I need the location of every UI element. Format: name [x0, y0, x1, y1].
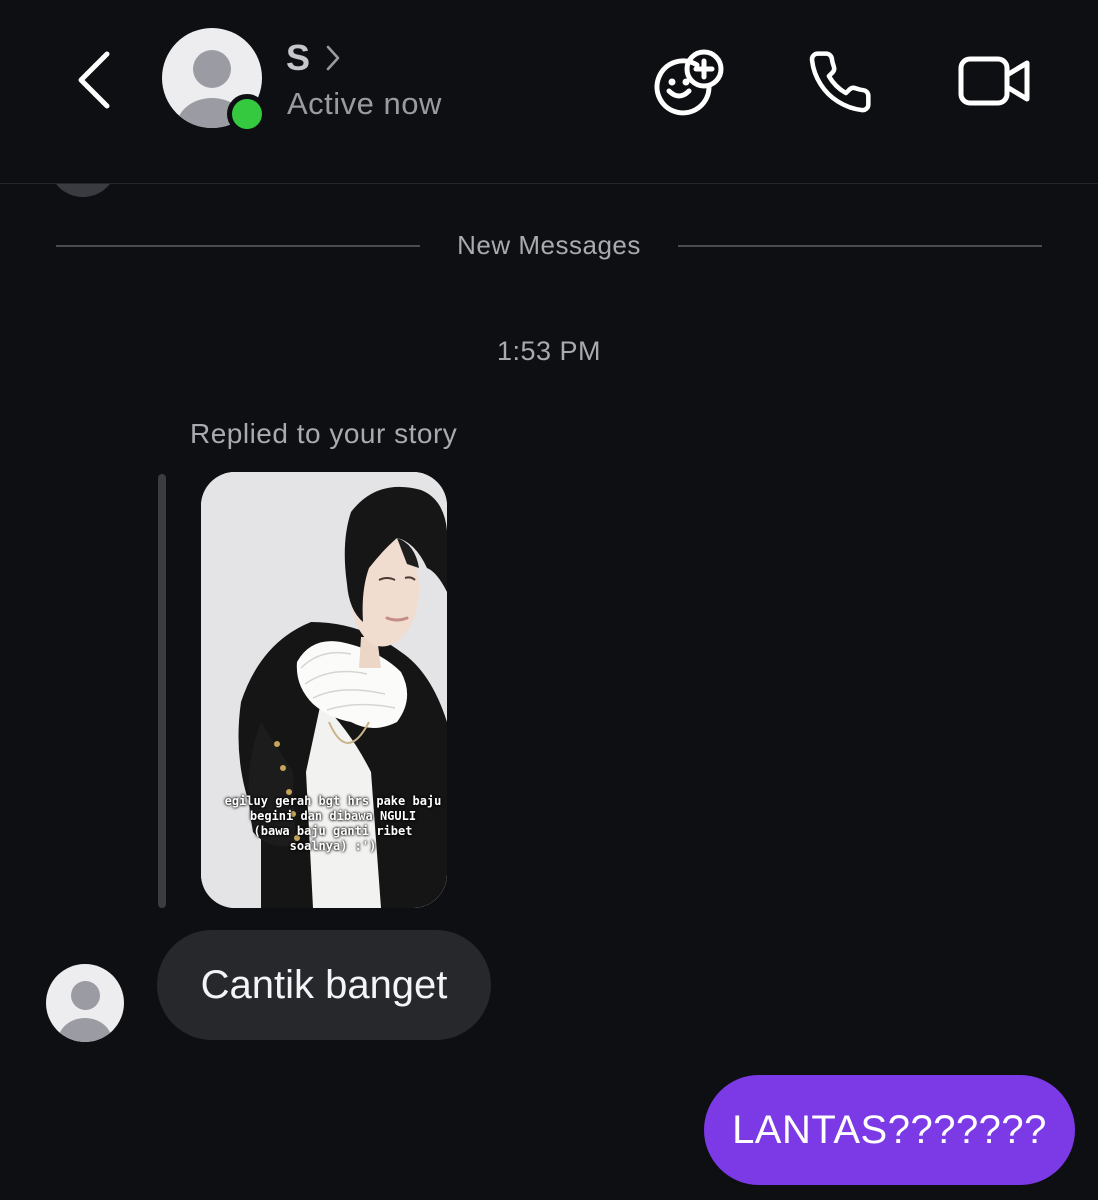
divider-line-right	[678, 245, 1042, 247]
story-thumbnail[interactable]: egiluy gerah bgt hrs pake baju begini da…	[201, 472, 447, 908]
phone-icon	[809, 51, 871, 113]
chat-screen: S Active now New Messages 1:53 PM Replie…	[0, 0, 1098, 1200]
default-avatar-icon	[46, 964, 124, 1042]
chat-header: S Active now	[0, 0, 1098, 184]
video-call-button[interactable]	[955, 42, 1035, 122]
new-messages-divider: New Messages	[457, 230, 641, 260]
story-caption-overlay: egiluy gerah bgt hrs pake baju begini da…	[219, 794, 447, 854]
story-text-line: soalnya) :')	[289, 839, 377, 853]
contact-name: S	[286, 37, 312, 78]
message-timestamp: 1:53 PM	[496, 336, 602, 366]
story-reply-caption: Replied to your story	[190, 418, 458, 449]
online-status-indicator	[227, 94, 267, 134]
chevron-left-icon	[78, 51, 110, 109]
story-text-line: (bawa baju ganti ribet	[253, 824, 413, 838]
sender-avatar[interactable]	[46, 964, 124, 1042]
contact-name-link[interactable]: S	[286, 36, 341, 80]
divider-line-left	[56, 245, 420, 247]
outgoing-message-bubble[interactable]: LANTAS???????	[704, 1075, 1075, 1185]
incoming-message-bubble[interactable]: Cantik banget	[157, 930, 491, 1040]
story-text-line: begini dan dibawa NGULI	[249, 809, 417, 823]
video-camera-icon	[958, 56, 1030, 106]
voice-call-button[interactable]	[800, 42, 880, 122]
face-plus-icon	[654, 49, 724, 116]
story-text-line: egiluy gerah bgt hrs pake baju	[224, 794, 442, 808]
back-button[interactable]	[58, 42, 128, 118]
contact-status: Active now	[287, 86, 442, 121]
reply-indicator-bar	[158, 474, 166, 908]
add-effect-button[interactable]	[650, 42, 730, 122]
chevron-right-icon	[325, 44, 341, 72]
